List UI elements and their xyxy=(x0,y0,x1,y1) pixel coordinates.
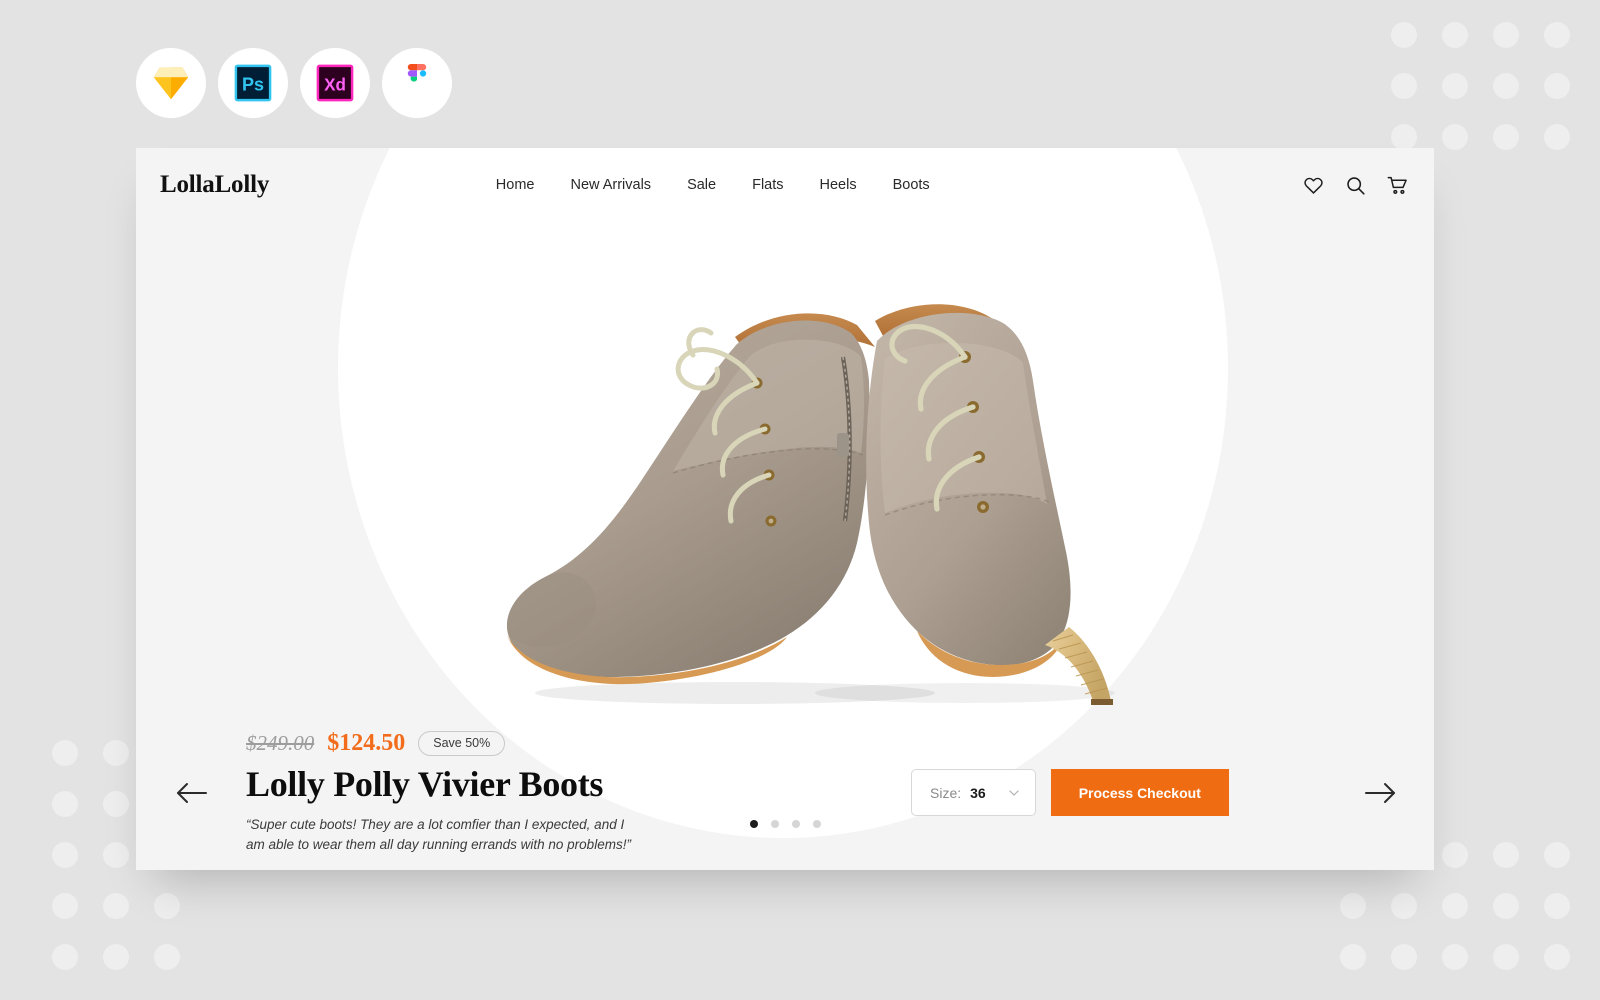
carousel-prev-arrow[interactable] xyxy=(172,773,212,813)
carousel-next-arrow[interactable] xyxy=(1360,773,1400,813)
decor-dot-grid-top-right xyxy=(1391,22,1570,150)
decor-dot xyxy=(154,944,180,970)
decor-dot xyxy=(1442,73,1468,99)
heart-icon[interactable] xyxy=(1303,175,1324,196)
size-value: 36 xyxy=(970,784,986,801)
sketch-icon xyxy=(153,67,189,100)
decor-dot xyxy=(1493,124,1519,150)
nav-item-sale[interactable]: Sale xyxy=(687,177,716,193)
adobe-xd-icon: Xd xyxy=(316,64,354,102)
product-card: LollaLolly Home New Arrivals Sale Flats … xyxy=(136,148,1434,870)
decor-dot xyxy=(1442,842,1468,868)
decor-dot xyxy=(1544,944,1570,970)
decor-dot xyxy=(52,893,78,919)
brand-logo[interactable]: LollaLolly xyxy=(160,171,269,199)
decor-dot xyxy=(1391,73,1417,99)
cart-icon[interactable] xyxy=(1387,175,1408,196)
nav-item-boots[interactable]: Boots xyxy=(893,177,930,193)
decor-dot xyxy=(52,740,78,766)
photoshop-icon: Ps xyxy=(234,64,272,102)
tool-badge-photoshop[interactable]: Ps xyxy=(218,48,288,118)
original-price: $249.00 xyxy=(246,731,315,756)
size-selector[interactable]: Size: 36 xyxy=(911,769,1036,816)
decor-dot xyxy=(1340,944,1366,970)
boot-left xyxy=(506,312,875,684)
decor-dot xyxy=(103,944,129,970)
decor-dot xyxy=(1493,842,1519,868)
decor-dot xyxy=(154,893,180,919)
main-navigation: Home New Arrivals Sale Flats Heels Boots xyxy=(456,177,930,193)
decor-dot xyxy=(1391,22,1417,48)
design-tool-badge-row: Ps Xd xyxy=(136,48,452,118)
svg-text:Ps: Ps xyxy=(242,75,264,95)
search-icon[interactable] xyxy=(1345,175,1366,196)
tool-badge-sketch[interactable] xyxy=(136,48,206,118)
decor-dot xyxy=(1442,124,1468,150)
decor-dot xyxy=(1391,944,1417,970)
decor-dot xyxy=(1493,73,1519,99)
decor-dot xyxy=(52,944,78,970)
product-image xyxy=(136,222,1434,777)
decor-dot xyxy=(1442,893,1468,919)
price-row: $249.00 $124.50 Save 50% xyxy=(246,730,791,757)
decor-dot xyxy=(1391,124,1417,150)
decor-dot xyxy=(103,842,129,868)
nav-item-home[interactable]: Home xyxy=(496,177,535,193)
decor-dot xyxy=(1340,893,1366,919)
nav-item-heels[interactable]: Heels xyxy=(820,177,857,193)
decor-dot xyxy=(52,842,78,868)
nav-item-flats[interactable]: Flats xyxy=(752,177,783,193)
purchase-controls: Size: 36 Process Checkout xyxy=(911,769,1229,816)
header-action-icons xyxy=(1303,175,1408,196)
save-badge: Save 50% xyxy=(418,731,506,757)
boots-illustration xyxy=(506,303,1115,705)
product-details: $249.00 $124.50 Save 50% Lolly Polly Viv… xyxy=(246,730,791,854)
boot-right xyxy=(866,303,1113,705)
product-info-bar: $249.00 $124.50 Save 50% Lolly Polly Viv… xyxy=(136,715,1434,870)
decor-dot xyxy=(1493,944,1519,970)
svg-text:Xd: Xd xyxy=(324,76,346,95)
process-checkout-button[interactable]: Process Checkout xyxy=(1050,769,1229,816)
nav-item-new-arrivals[interactable]: New Arrivals xyxy=(570,177,651,193)
decor-dot xyxy=(103,791,129,817)
product-review-quote: “Super cute boots! They are a lot comfie… xyxy=(246,816,631,852)
decor-dot xyxy=(1442,22,1468,48)
decor-dot xyxy=(1544,842,1570,868)
product-title: Lolly Polly Vivier Boots xyxy=(246,764,604,805)
tool-badge-figma[interactable] xyxy=(382,48,452,118)
size-label: Size: xyxy=(930,784,962,801)
decor-dot xyxy=(103,740,129,766)
sale-price: $124.50 xyxy=(327,730,406,757)
tool-badge-adobe-xd[interactable]: Xd xyxy=(300,48,370,118)
decor-dot xyxy=(52,791,78,817)
decor-dot xyxy=(1442,944,1468,970)
decor-dot xyxy=(1544,124,1570,150)
decor-dot xyxy=(1493,893,1519,919)
decor-dot xyxy=(1544,22,1570,48)
site-header: LollaLolly Home New Arrivals Sale Flats … xyxy=(136,148,1434,222)
decor-dot xyxy=(1493,22,1519,48)
decor-dot xyxy=(1391,893,1417,919)
chevron-down-icon xyxy=(1009,789,1019,796)
decor-dot xyxy=(1544,893,1570,919)
figma-icon xyxy=(407,64,427,82)
decor-dot xyxy=(1544,73,1570,99)
decor-dot xyxy=(103,893,129,919)
